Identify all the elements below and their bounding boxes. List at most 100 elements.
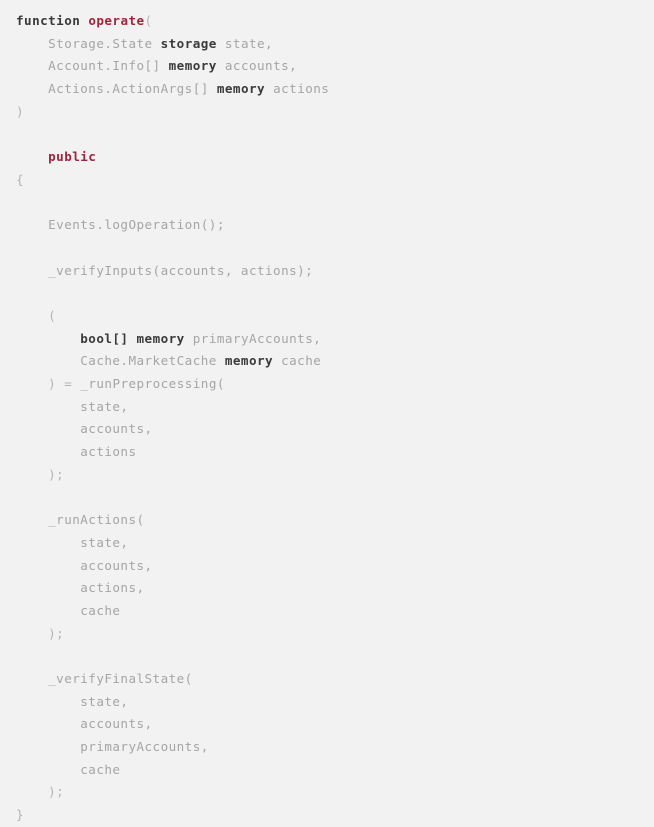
code-line: primaryAccounts, bbox=[16, 736, 654, 759]
code-token-keyword: memory bbox=[216, 81, 266, 97]
code-line: { bbox=[16, 169, 654, 192]
code-line: accounts, bbox=[16, 713, 654, 736]
code-line: cache bbox=[16, 759, 654, 782]
code-line: accounts, bbox=[16, 418, 654, 441]
code-line: state, bbox=[16, 396, 654, 419]
code-token-punct: ); bbox=[48, 784, 65, 800]
code-token-punct: ) bbox=[16, 103, 25, 119]
code-token-ident: accounts, bbox=[80, 716, 153, 732]
code-line: state, bbox=[16, 532, 654, 555]
code-line: Storage.State storage state, bbox=[16, 33, 654, 56]
code-token-ident: accounts, bbox=[80, 557, 153, 573]
code-token-keyword: memory bbox=[224, 353, 274, 369]
code-token-ident: actions bbox=[80, 444, 137, 460]
code-token-ident: state, bbox=[224, 35, 274, 51]
code-line: ); bbox=[16, 464, 654, 487]
code-line: function operate( bbox=[16, 10, 654, 33]
code-token-ident: accounts, bbox=[224, 58, 298, 74]
code-token-type: bool[] bbox=[80, 330, 129, 346]
code-token-ident: state, bbox=[80, 398, 129, 414]
code-line: accounts, bbox=[16, 555, 654, 578]
code-token-ident: _verifyFinalState( bbox=[48, 670, 193, 686]
code-line: ( bbox=[16, 305, 654, 328]
code-line: state, bbox=[16, 691, 654, 714]
code-line: ) = _runPreprocessing( bbox=[16, 373, 654, 396]
code-block[interactable]: function operate( Storage.State storage … bbox=[0, 0, 654, 822]
code-line: ) bbox=[16, 101, 654, 124]
code-line: Actions.ActionArgs[] memory actions bbox=[16, 78, 654, 101]
code-token-ident: state, bbox=[80, 534, 129, 550]
code-token-ident: primaryAccounts, bbox=[80, 739, 209, 754]
code-token-ident: primaryAccounts, bbox=[192, 330, 322, 346]
code-line: actions, bbox=[16, 577, 654, 600]
code-line: _verifyInputs(accounts, actions); bbox=[16, 260, 654, 283]
code-line: Account.Info[] memory accounts, bbox=[16, 55, 654, 78]
code-token-punct: ( bbox=[48, 307, 57, 323]
code-line: cache bbox=[16, 600, 654, 623]
code-line: ); bbox=[16, 781, 654, 804]
code-token-keyword: memory bbox=[168, 58, 217, 74]
code-token-ident: accounts, bbox=[80, 421, 153, 437]
code-token-ident: Events.logOperation(); bbox=[48, 217, 225, 233]
code-token-ident: state, bbox=[80, 693, 129, 709]
code-token-ident: cache bbox=[80, 602, 121, 618]
code-token-ident: _verifyInputs(accounts, actions); bbox=[48, 262, 314, 278]
code-line: _runActions( bbox=[16, 509, 654, 532]
code-line: _verifyFinalState( bbox=[16, 668, 654, 691]
code-token-member: Account.Info[] bbox=[48, 58, 161, 74]
code-line: Events.logOperation(); bbox=[16, 214, 654, 237]
code-token-fnname: operate bbox=[88, 13, 145, 28]
code-token-punct: ( bbox=[144, 13, 153, 28]
code-line: actions bbox=[16, 441, 654, 464]
code-token-ident: _runActions( bbox=[48, 512, 145, 528]
code-token-ident: actions, bbox=[80, 580, 145, 596]
code-token-ident: actions bbox=[273, 81, 330, 97]
code-token-punct: { bbox=[16, 171, 25, 187]
code-line: public bbox=[16, 146, 654, 169]
code-token-punct: } bbox=[16, 807, 25, 823]
code-token-punct: ); bbox=[48, 466, 65, 482]
code-token-keyword: function bbox=[16, 13, 81, 28]
code-token-ident: _runPreprocessing( bbox=[80, 376, 225, 391]
code-line: bool[] memory primaryAccounts, bbox=[16, 328, 654, 351]
code-token-keyword: memory bbox=[136, 330, 185, 346]
code-token-member: Storage.State bbox=[48, 35, 153, 51]
code-token-punct: ); bbox=[48, 625, 65, 641]
code-token-punct: ) bbox=[48, 376, 57, 391]
